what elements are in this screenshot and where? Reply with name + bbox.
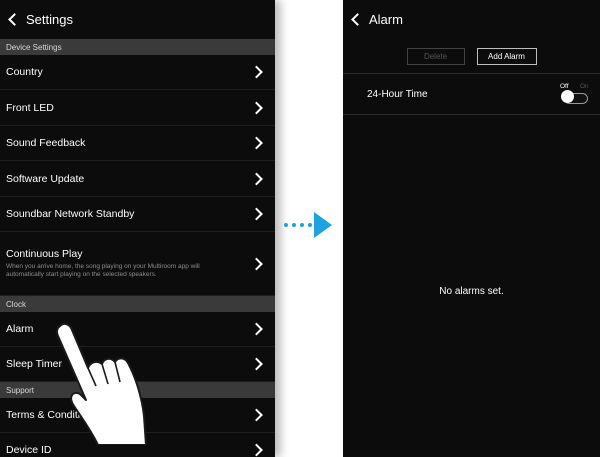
- chevron-right-icon: [250, 408, 263, 422]
- delete-button[interactable]: Delete: [406, 47, 465, 65]
- settings-item-label: Software Update: [6, 172, 85, 185]
- section-header-device-settings: Device Settings: [0, 39, 275, 55]
- alarm-screen: Alarm Delete Add Alarm 24-Hour Time Off …: [343, 0, 600, 457]
- settings-item-label: Soundbar Network Standby: [6, 208, 135, 220]
- settings-item-front-led[interactable]: Front LED: [0, 90, 275, 126]
- page-title: Settings: [26, 12, 73, 27]
- settings-item-software-update[interactable]: Software Update: [0, 161, 275, 197]
- settings-item-label: Device ID: [6, 444, 52, 456]
- add-alarm-button[interactable]: Add Alarm: [476, 47, 537, 65]
- settings-item-label: Front LED: [6, 101, 54, 114]
- time-format-row: 24-Hour Time Off On: [343, 74, 600, 115]
- chevron-right-icon: [250, 65, 263, 79]
- time-format-label: 24-Hour Time: [367, 88, 428, 100]
- back-chevron-icon[interactable]: [8, 13, 21, 26]
- settings-item-label: Sound Feedback: [6, 137, 86, 149]
- settings-item-sound-feedback[interactable]: Sound Feedback: [0, 126, 275, 161]
- settings-item-continuous-play[interactable]: Continuous Play When you arrive home, th…: [0, 232, 275, 296]
- toggle-off-label: Off: [560, 83, 569, 90]
- transition-arrow-icon: [284, 212, 332, 238]
- settings-item-country[interactable]: Country: [0, 55, 275, 90]
- chevron-right-icon: [250, 257, 263, 270]
- chevron-right-icon: [250, 443, 263, 457]
- toggle-knob: [561, 90, 574, 103]
- chevron-right-icon: [250, 136, 263, 150]
- chevron-right-icon: [250, 101, 263, 114]
- time-format-toggle[interactable]: Off On: [554, 81, 590, 107]
- chevron-right-icon: [250, 357, 263, 371]
- toggle-on-label: On: [580, 83, 589, 90]
- page-title: Alarm: [369, 12, 403, 27]
- settings-item-label: Alarm: [6, 323, 34, 335]
- empty-state-message: No alarms set.: [439, 286, 504, 297]
- alarm-header: Alarm: [343, 0, 600, 39]
- settings-item-soundbar-network-standby[interactable]: Soundbar Network Standby: [0, 197, 275, 232]
- chevron-right-icon: [250, 207, 263, 221]
- settings-header: Settings: [0, 0, 275, 39]
- section-header-clock: Clock: [0, 296, 275, 312]
- back-chevron-icon[interactable]: [351, 13, 364, 26]
- settings-item-label: Country: [6, 66, 43, 78]
- settings-item-label: Continuous Play: [6, 247, 83, 260]
- chevron-right-icon: [250, 322, 263, 336]
- chevron-right-icon: [250, 172, 263, 185]
- hand-pointer-icon: [55, 322, 147, 445]
- settings-item-description: When you arrive home, the song playing o…: [6, 262, 200, 279]
- alarm-toolbar: Delete Add Alarm: [343, 39, 600, 74]
